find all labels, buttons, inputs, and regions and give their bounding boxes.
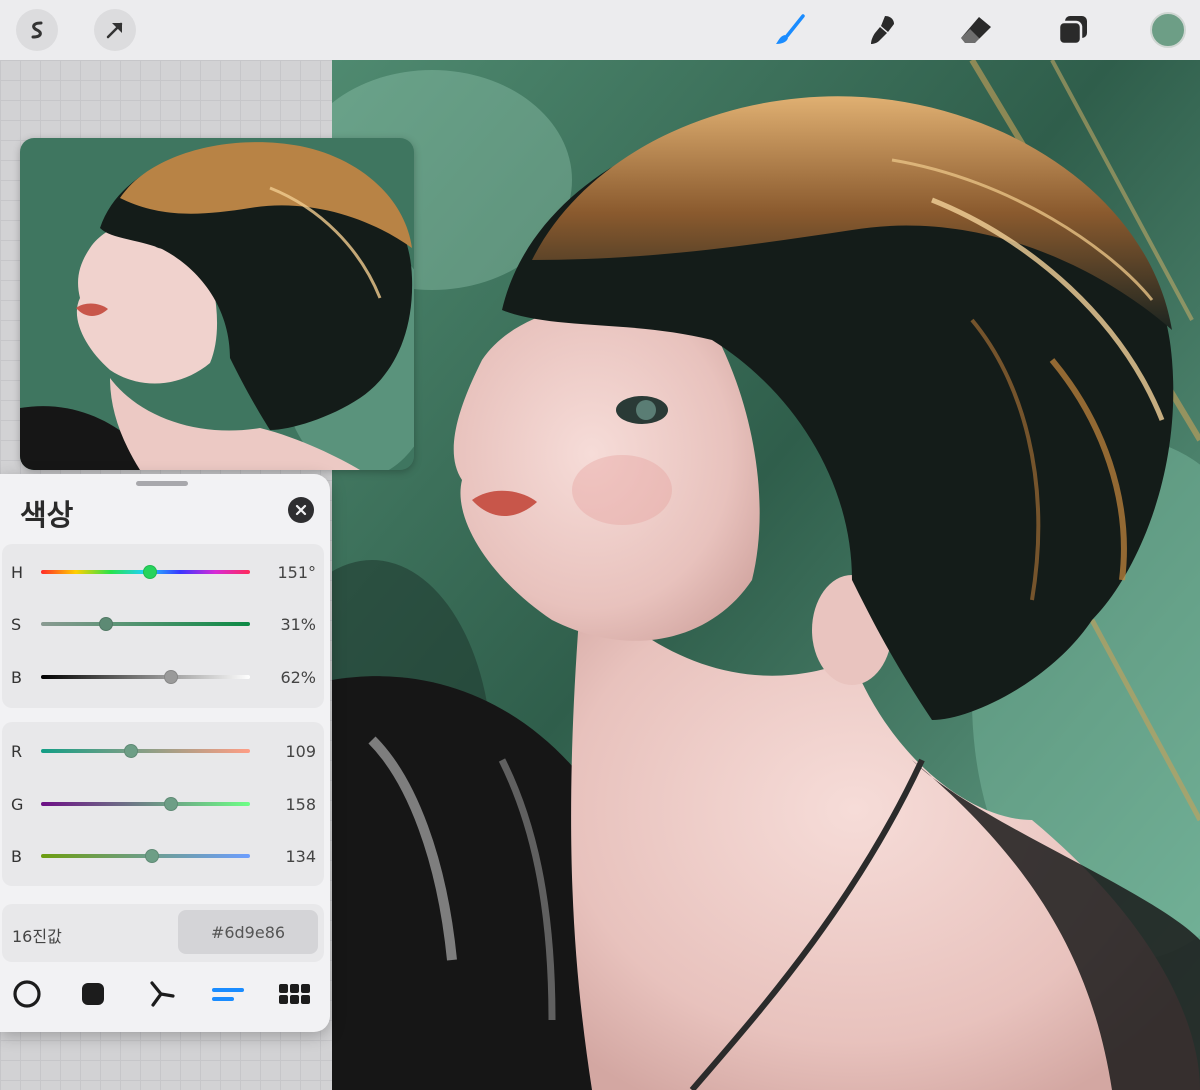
slider-knob[interactable] bbox=[163, 670, 178, 684]
disc-mode-button[interactable] bbox=[9, 976, 45, 1012]
rounded-square-icon bbox=[82, 983, 104, 1005]
hex-label: 16진값 bbox=[12, 927, 62, 946]
slider-knob[interactable] bbox=[163, 797, 178, 811]
smudge-icon bbox=[871, 16, 894, 44]
hex-value-field[interactable]: #6d9e86 bbox=[178, 910, 318, 954]
harmony-mode-button[interactable] bbox=[143, 976, 179, 1012]
saturation-slider-row: S 31% bbox=[2, 605, 324, 645]
green-slider-row: G 158 bbox=[2, 785, 324, 825]
slider-value: 31% bbox=[280, 615, 316, 634]
brush-icon bbox=[776, 14, 805, 44]
rgb-slider-group: R 109 G 158 B 134 bbox=[2, 722, 324, 886]
transform-button[interactable] bbox=[94, 9, 136, 51]
slider-value: 151° bbox=[277, 563, 316, 582]
slider-value: 158 bbox=[285, 795, 316, 814]
drawing-canvas[interactable] bbox=[332, 60, 1200, 1090]
slider-knob[interactable] bbox=[123, 744, 138, 758]
harmony-icon bbox=[150, 981, 175, 1007]
slider-label: H bbox=[11, 563, 24, 582]
saturation-slider[interactable] bbox=[41, 617, 250, 631]
slider-value: 134 bbox=[285, 847, 316, 866]
slider-label: S bbox=[11, 615, 22, 634]
panel-drag-handle[interactable] bbox=[136, 481, 188, 486]
red-slider[interactable] bbox=[41, 744, 250, 758]
current-color-button[interactable] bbox=[1150, 12, 1186, 48]
top-toolbar bbox=[0, 0, 1200, 60]
color-mode-bar bbox=[0, 970, 330, 1018]
modify-button[interactable] bbox=[16, 9, 58, 51]
slider-label: B bbox=[11, 847, 22, 866]
blue-slider[interactable] bbox=[41, 849, 250, 863]
value-mode-button[interactable] bbox=[210, 976, 246, 1012]
circle-outline-icon bbox=[13, 980, 41, 1008]
eraser-button[interactable] bbox=[956, 10, 996, 50]
hue-slider-row: H 151° bbox=[2, 553, 324, 593]
close-button[interactable] bbox=[288, 497, 314, 523]
red-slider-row: R 109 bbox=[2, 732, 324, 772]
blue-slider-row: B 134 bbox=[2, 837, 324, 877]
classic-mode-button[interactable] bbox=[75, 976, 111, 1012]
close-icon bbox=[295, 504, 307, 516]
green-slider[interactable] bbox=[41, 797, 250, 811]
s-curve-icon bbox=[31, 21, 43, 39]
arrow-cursor-icon bbox=[106, 22, 123, 39]
smudge-button[interactable] bbox=[863, 10, 903, 50]
hsb-slider-group: H 151° S 31% B 62% bbox=[2, 544, 324, 708]
panel-title: 색상 bbox=[20, 498, 74, 532]
slider-knob[interactable] bbox=[144, 849, 159, 863]
slider-label: B bbox=[11, 668, 22, 687]
color-panel: 색상 H 151° S 31% B 62% R 109 G 158 B 134 … bbox=[0, 474, 330, 1032]
reference-thumbnail[interactable] bbox=[20, 138, 414, 470]
layers-button[interactable] bbox=[1053, 10, 1093, 50]
slider-label: R bbox=[11, 742, 23, 761]
sliders-lines-icon bbox=[212, 988, 244, 1001]
brightness-slider-row: B 62% bbox=[2, 658, 324, 698]
slider-label: G bbox=[11, 795, 24, 814]
eraser-icon bbox=[961, 17, 991, 43]
slider-knob[interactable] bbox=[142, 565, 157, 579]
grid-dots-icon bbox=[279, 984, 310, 1004]
hex-row: 16진값 #6d9e86 bbox=[2, 904, 324, 962]
reference-image bbox=[20, 138, 414, 470]
hue-slider[interactable] bbox=[41, 565, 250, 579]
slider-value: 109 bbox=[285, 742, 316, 761]
slider-knob[interactable] bbox=[98, 617, 113, 631]
layers-icon bbox=[1057, 16, 1087, 46]
slider-value: 62% bbox=[280, 668, 316, 687]
brush-button[interactable] bbox=[770, 10, 810, 50]
artwork-painting bbox=[332, 60, 1200, 1090]
palettes-mode-button[interactable] bbox=[277, 976, 313, 1012]
brightness-slider[interactable] bbox=[41, 670, 250, 684]
